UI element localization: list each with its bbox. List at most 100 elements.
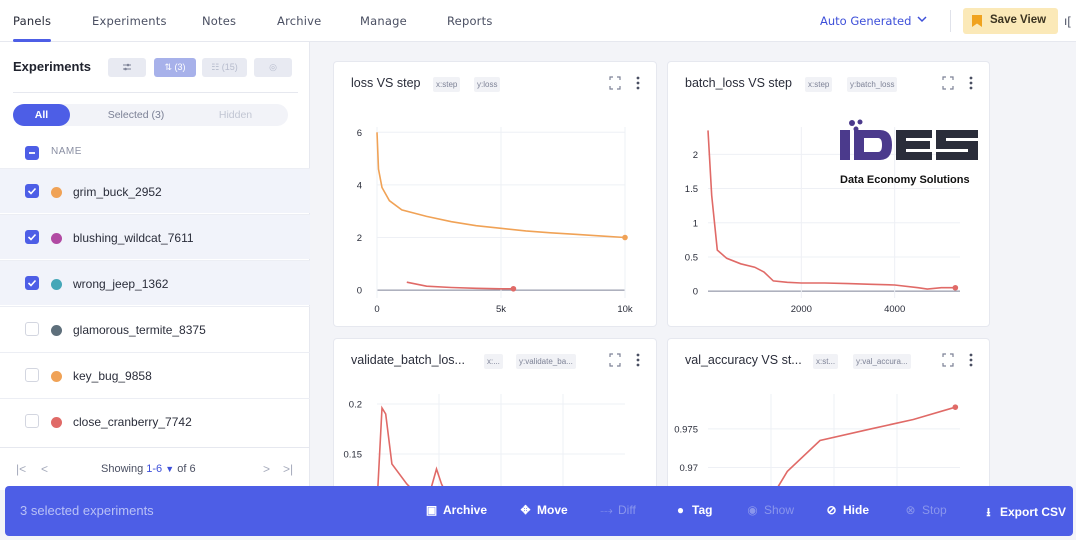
x-tick-label: 2000 [791,304,812,315]
experiment-name[interactable]: grim_buck_2952 [73,185,162,199]
line-chart[interactable]: 0 0.5 1 1.5 2 2000 4000 [668,62,990,327]
tab-manage[interactable]: Manage [360,14,407,28]
series-line[interactable] [376,405,600,498]
list-count: (15) [221,62,238,72]
experiment-name[interactable]: key_bug_9858 [73,369,152,383]
expand-icon[interactable] [609,76,621,90]
experiment-row[interactable]: key_bug_9858 [0,352,310,397]
first-page-icon[interactable]: |< [16,462,26,476]
show-button[interactable]: ◉ Show [746,503,794,517]
tag-button[interactable]: ● Tag [674,503,713,517]
experiment-color-dot [51,371,62,382]
more-options-icon[interactable] [632,76,644,90]
last-page-icon[interactable]: >| [283,462,293,476]
segment-selected[interactable]: Selected (3) [80,104,192,126]
x-tick-label: 5k [496,304,506,315]
check-icon [27,187,37,195]
chart-panel[interactable]: 0 0.5 1 1.5 2 2000 4000 batch_loss VS step x:ste… [667,61,990,327]
y-tick-label: 0.15 [344,450,363,461]
series-endpoint[interactable] [952,284,959,291]
tab-notes[interactable]: Notes [202,14,236,28]
list-icon: ☷ [211,62,220,72]
divider [13,92,298,93]
x-tick-label: 4000 [884,304,905,315]
download-icon: ⭳ [986,505,991,519]
prev-page-icon[interactable]: < [41,462,48,476]
export-csv-button[interactable]: ⭳ Export CSV [982,503,1066,524]
x-tick-label: 10k [617,304,633,315]
diff-button[interactable]: ⤏ Diff [600,503,636,518]
experiment-name[interactable]: close_cranberry_7742 [73,415,192,429]
experiment-row[interactable]: wrong_jeep_1362 [0,260,310,305]
chevron-down-icon[interactable] [915,12,929,26]
nav-divider [950,10,951,32]
logo-caption: Data Economy Solutions [840,174,970,186]
caret-down-icon[interactable]: ▼ [165,464,174,474]
y-tick-label: 6 [357,128,362,139]
tab-experiments[interactable]: Experiments [92,14,167,28]
more-options-icon[interactable] [965,353,977,367]
list-filter-button[interactable]: ☷ (15) [202,58,247,77]
line-chart[interactable]: 0 2 4 6 0 5k 10k [334,62,657,327]
experiment-row[interactable]: blushing_wildcat_7611 [0,214,310,259]
row-checkbox[interactable] [25,368,39,382]
experiment-name[interactable]: blushing_wildcat_7611 [73,231,194,245]
target-button[interactable]: ◎ [254,58,292,77]
experiment-name[interactable]: wrong_jeep_1362 [73,277,168,291]
series-line[interactable] [764,406,956,498]
panel-toggle-icon[interactable]: ı[ [1064,14,1071,28]
y-tick-label: 4 [357,180,362,191]
row-checkbox[interactable] [25,414,39,428]
panel-title: batch_loss VS step [685,76,793,90]
tab-panels[interactable]: Panels [13,14,51,28]
move-button[interactable]: ✥ Move [519,503,568,517]
series-endpoint[interactable] [510,285,517,292]
row-checkbox[interactable] [25,184,39,198]
chart-panel[interactable]: 0 2 4 6 0 5k 10k loss VS step x:step y:loss [333,61,657,327]
more-options-icon[interactable] [632,353,644,367]
chart-panel[interactable]: 0.97 0.975 val_accuracy VS st... x:st... y:v… [667,338,990,498]
y-tick-label: 0.975 [674,424,698,435]
series-endpoint[interactable] [952,404,959,410]
segment-hidden[interactable]: Hidden [203,104,268,126]
series-line[interactable] [406,281,514,290]
check-icon [27,233,37,241]
page-range-select[interactable]: 1-6 [146,463,162,475]
experiment-color-dot [51,325,62,336]
expand-icon[interactable] [609,353,621,367]
stop-button[interactable]: ⊗ Stop [904,503,947,517]
archive-button[interactable]: ▣ Archive [425,503,487,517]
stop-icon: ⊗ [905,503,916,517]
next-page-icon[interactable]: > [263,462,270,476]
row-checkbox[interactable] [25,276,39,290]
chart-panel[interactable]: 0.15 0.2 validate_batch_los... x:... y:valid… [333,338,657,498]
action-label: Stop [922,503,947,517]
expand-icon[interactable] [942,76,954,90]
series-endpoint[interactable] [622,234,628,241]
filter-settings-button[interactable] [108,58,146,77]
action-label: Diff [618,503,636,517]
row-checkbox[interactable] [25,230,39,244]
name-column-header[interactable]: NAME [51,146,82,157]
experiment-name[interactable]: glamorous_termite_8375 [73,323,206,337]
save-view-button[interactable]: Save View [963,8,1058,34]
action-label: Move [537,503,568,517]
more-options-icon[interactable] [965,76,977,90]
auto-generated-dropdown[interactable]: Auto Generated [820,14,911,28]
segment-all[interactable]: All [13,104,70,126]
tab-archive[interactable]: Archive [277,14,321,28]
hide-button[interactable]: ⊘ Hide [825,503,869,517]
experiment-color-dot [51,187,62,198]
row-checkbox[interactable] [25,322,39,336]
experiment-row[interactable]: glamorous_termite_8375 [0,306,310,351]
save-view-label: Save View [990,14,1047,26]
experiment-row[interactable]: grim_buck_2952 [0,168,310,213]
minus-icon [29,152,35,154]
experiment-row[interactable]: close_cranberry_7742 [0,398,310,443]
tab-reports[interactable]: Reports [447,14,493,28]
action-label: Archive [443,503,488,517]
select-all-checkbox[interactable] [25,146,39,160]
experiment-color-dot [51,417,62,428]
pinned-filter-button[interactable]: ⇅ (3) [154,58,196,77]
expand-icon[interactable] [942,353,954,367]
